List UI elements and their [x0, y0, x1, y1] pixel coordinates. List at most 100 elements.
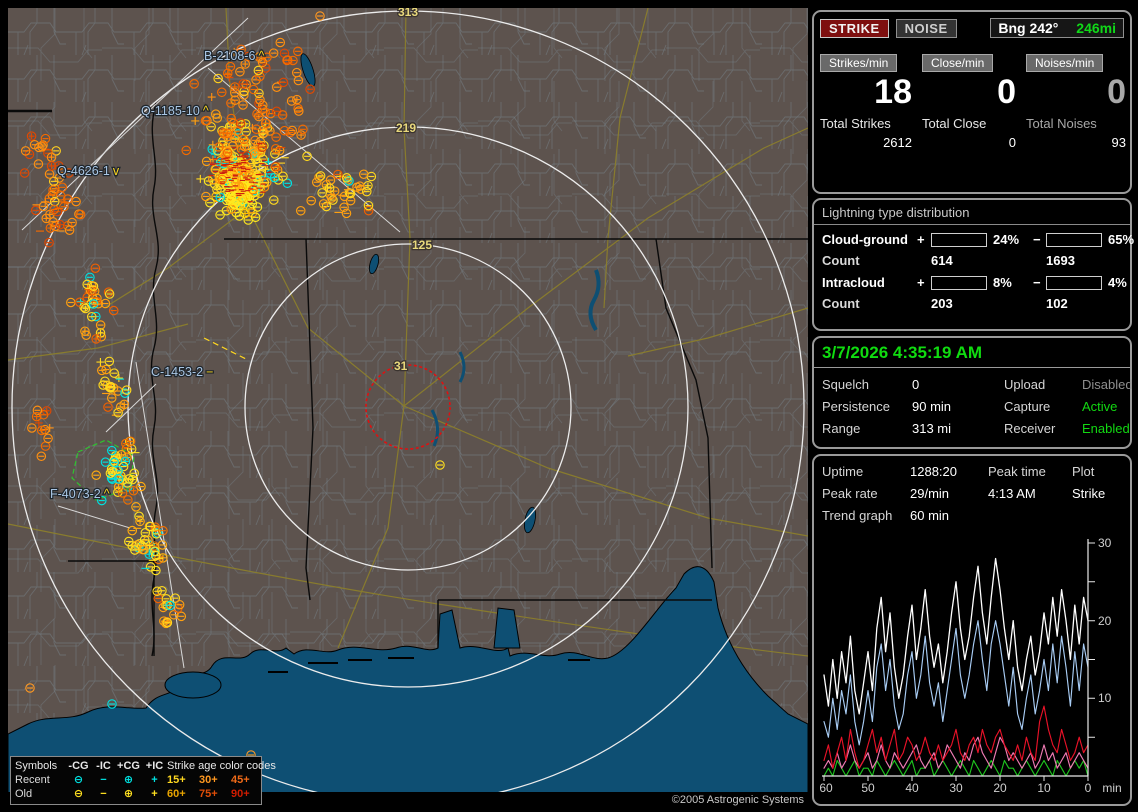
total-close-value: 0 — [1008, 135, 1016, 150]
persistence-label: Persistence — [822, 399, 890, 414]
total-noises-value: 93 — [1111, 135, 1126, 150]
bearing-distance: 246mi — [1076, 20, 1116, 36]
svg-text:20: 20 — [993, 781, 1007, 795]
noises-column: Noises/min 0 Total Noises 93 — [1026, 54, 1132, 150]
bearing-display: Bng 242° 246mi — [990, 18, 1124, 38]
cg-plus-icon: ⊕ — [123, 788, 134, 800]
cg-minus-icon: ⊖ — [73, 774, 84, 786]
bearing-value: Bng 242° — [998, 20, 1059, 36]
svg-text:0: 0 — [1085, 781, 1092, 795]
persistence-value: 90 min — [912, 399, 952, 414]
neg-cg-pct: 65% — [1108, 232, 1135, 247]
strikes-per-min-chip: Strikes/min — [820, 54, 898, 72]
status-panel: 3/7/2026 4:35:19 AM Squelch 0 Upload Dis… — [812, 336, 1133, 449]
peak-time-value: 4:13 AM — [988, 486, 1036, 501]
nexstorm-app: { "map": { "attribution": "©2005 Astroge… — [0, 0, 1138, 812]
cg-count-label: Count — [822, 253, 860, 268]
uptime-value: 1288:20 — [910, 464, 957, 479]
trend-graph-value: 60 min — [910, 508, 950, 523]
peak-rate-label: Peak rate — [822, 486, 878, 501]
lightning-distribution-panel: Lightning type distribution Cloud-ground… — [812, 198, 1135, 331]
minus-sign: − — [1033, 232, 1041, 247]
x-axis-unit: min — [1102, 781, 1121, 795]
svg-text:20: 20 — [1098, 614, 1112, 628]
intracloud-label: Intracloud — [822, 275, 885, 290]
legend-row-recent: Recent — [15, 774, 50, 786]
svg-text:50: 50 — [861, 781, 875, 795]
capture-label: Capture — [1004, 399, 1051, 414]
capture-value: Active — [1082, 399, 1118, 414]
cloud-ground-label: Cloud-ground — [822, 232, 908, 247]
svg-text:60: 60 — [819, 781, 833, 795]
receiver-value: Enabled — [1082, 421, 1130, 436]
trend-series--ic — [823, 736, 1089, 769]
plus-sign: + — [917, 275, 925, 290]
plus-sign: + — [917, 232, 925, 247]
neg-cg-bar — [1046, 232, 1102, 247]
lightning-map[interactable]: 313 219 125 31 B-2108-6 ^ Q-1185-10 ^ Q-46… — [8, 8, 808, 806]
pos-ic-pct: 8% — [993, 275, 1012, 290]
pos-ic-bar — [931, 275, 987, 290]
trend-series--ic — [823, 759, 1089, 777]
minus-sign: − — [1033, 275, 1041, 290]
ring-label-313: 313 — [398, 8, 418, 19]
upload-label: Upload — [1004, 377, 1046, 392]
squelch-value: 0 — [912, 377, 920, 392]
y-tick-labels: 30 20 10 — [1098, 536, 1112, 705]
distribution-title: Lightning type distribution — [814, 200, 1130, 225]
ic-minus-icon: − — [100, 774, 107, 786]
noise-mode-button[interactable]: NOISE — [895, 18, 957, 38]
trend-graph-label: Trend graph — [822, 508, 893, 523]
pos-cg-count: 614 — [931, 253, 953, 268]
total-strikes-label: Total Strikes — [820, 116, 891, 131]
ring-label-31: 31 — [394, 359, 408, 373]
ring-label-219: 219 — [396, 121, 416, 135]
uptime-label: Uptime — [822, 464, 864, 479]
neg-ic-bar — [1046, 275, 1102, 290]
x-tick-labels: 60 50 40 30 20 10 0 min — [819, 781, 1121, 795]
neg-ic-count: 102 — [1046, 296, 1068, 311]
receiver-label: Receiver — [1004, 421, 1056, 436]
peak-rate-value: 29/min — [910, 486, 950, 501]
ic-minus-icon: − — [100, 788, 107, 800]
strike-stats-panel: STRIKE NOISE Bng 242° 246mi Strikes/min … — [812, 10, 1132, 194]
ic-plus-icon: + — [151, 788, 158, 800]
upload-value: Disabled — [1082, 377, 1133, 392]
legend-row-old: Old — [15, 788, 33, 800]
cg-minus-icon: ⊖ — [73, 788, 84, 800]
neg-ic-pct: 4% — [1108, 275, 1127, 290]
map-canvas[interactable]: 313 219 125 31 B-2108-6 ^ Q-1185-10 ^ Q-46… — [8, 8, 808, 806]
strikes-column: Strikes/min 18 Total Strikes 2612 — [820, 54, 918, 150]
cg-plus-icon: ⊕ — [123, 774, 134, 786]
pos-cg-bar — [931, 232, 987, 247]
ring-label-125: 125 — [412, 238, 432, 252]
neg-cg-count: 1693 — [1046, 253, 1075, 268]
legend-age-title: Strike age color codes — [167, 760, 276, 772]
range-label: Range — [822, 421, 861, 436]
cell-label: Q-1185-10 ^ — [141, 104, 209, 118]
total-close-label: Total Close — [922, 116, 987, 131]
svg-text:30: 30 — [949, 781, 963, 795]
ic-count-label: Count — [822, 296, 860, 311]
strikes-per-min-value: 18 — [874, 73, 912, 111]
svg-text:40: 40 — [905, 781, 919, 795]
strike-mode-button[interactable]: STRIKE — [820, 18, 889, 38]
trend-panel: Uptime 1288:20 Peak time Plot Peak rate … — [812, 454, 1132, 806]
plot-value: Strike — [1072, 486, 1106, 501]
close-per-min-value: 0 — [997, 73, 1016, 111]
lake-pontchartrain — [164, 671, 222, 699]
squelch-label: Squelch — [822, 377, 869, 392]
svg-text:30: 30 — [1098, 536, 1112, 550]
pos-ic-count: 203 — [931, 296, 953, 311]
ic-plus-icon: + — [151, 774, 158, 786]
svg-text:10: 10 — [1098, 691, 1112, 705]
pos-cg-pct: 24% — [993, 232, 1020, 247]
noises-per-min-value: 0 — [1107, 73, 1126, 111]
date-time-display: 3/7/2026 4:35:19 AM — [814, 338, 1130, 368]
peak-time-label: Peak time — [988, 464, 1046, 479]
copyright-text: ©2005 Astrogenic Systems — [672, 794, 805, 806]
close-per-min-chip: Close/min — [922, 54, 994, 72]
total-noises-label: Total Noises — [1026, 116, 1097, 131]
cell-label: B-2108-6 ^ — [204, 49, 264, 63]
legend-header-symbols: Symbols — [15, 760, 58, 772]
